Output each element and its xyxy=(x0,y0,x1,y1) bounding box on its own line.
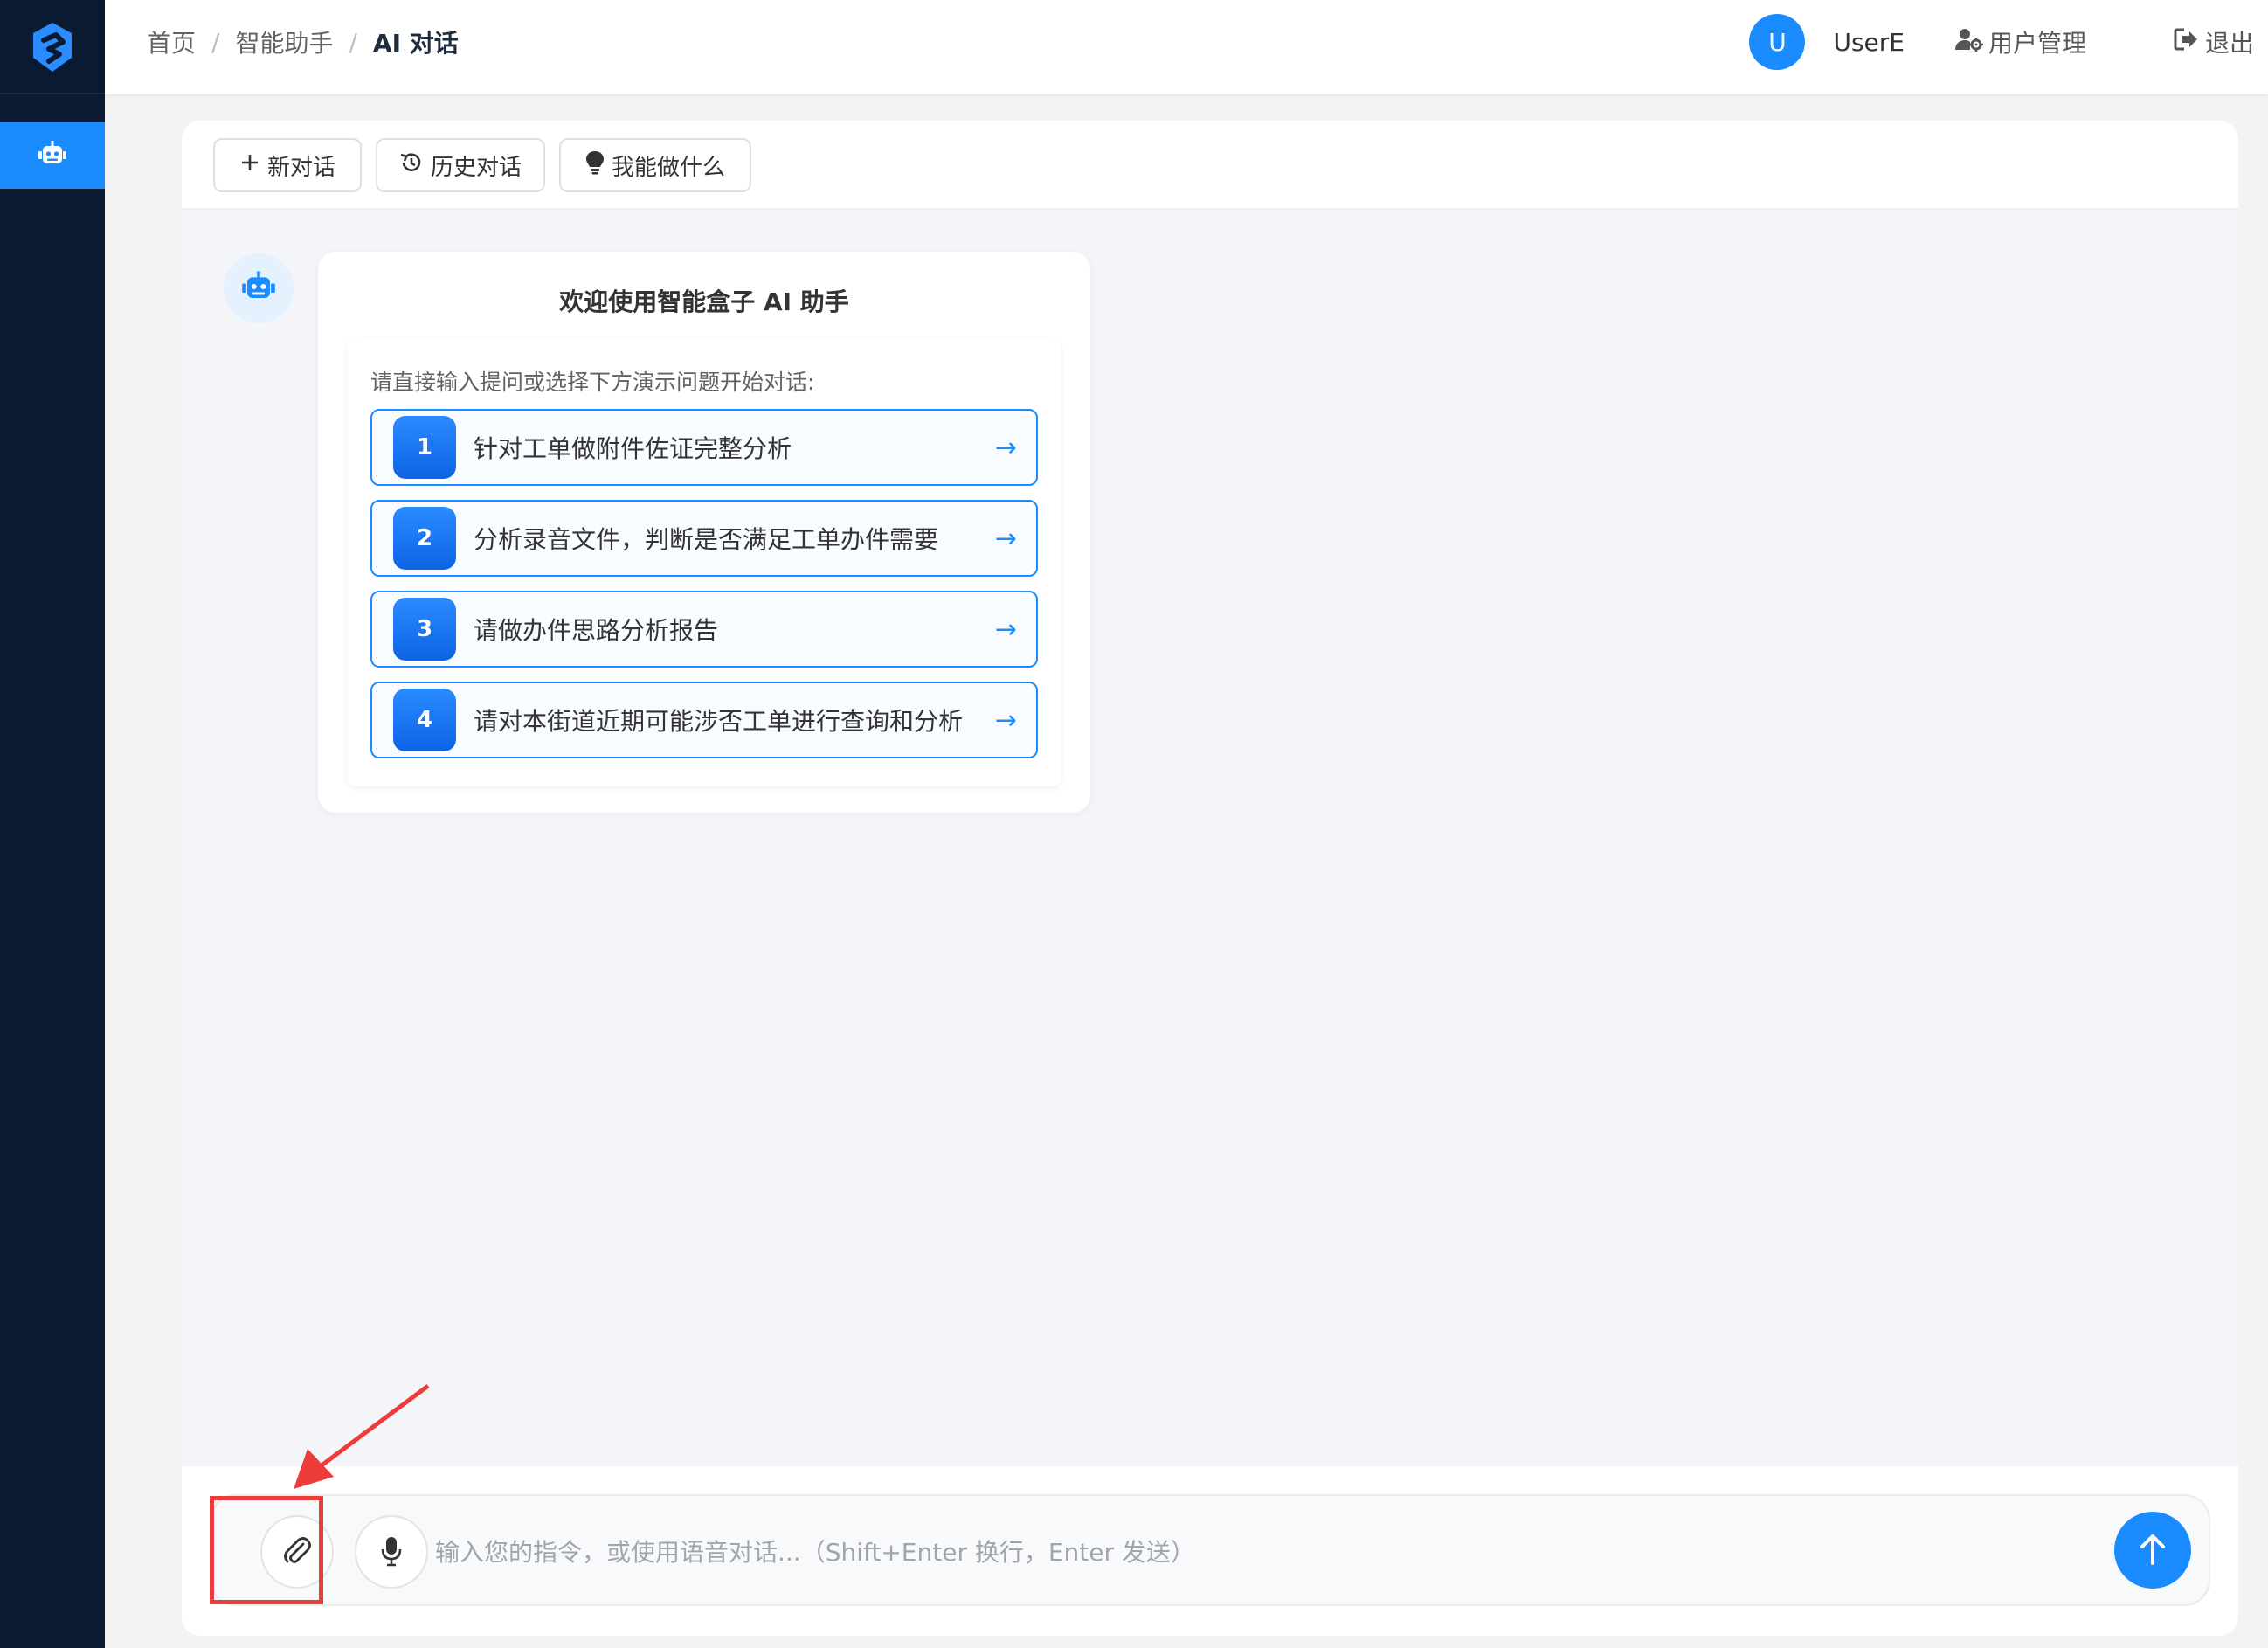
logout-icon xyxy=(2174,28,2205,57)
question-text: 分析录音文件，判断是否满足工单办件需要 xyxy=(474,525,939,554)
chat-messages-area: 欢迎使用智能盒子 AI 助手 请直接输入提问或选择下方演示问题开始对话: 1 针… xyxy=(182,210,2238,1466)
welcome-prompt: 请直接输入提问或选择下方演示问题开始对话: xyxy=(370,370,815,395)
sidebar xyxy=(0,0,105,1648)
breadcrumb-separator: / xyxy=(349,27,357,57)
send-button[interactable] xyxy=(2114,1512,2191,1589)
logout-label: 退出 xyxy=(2204,29,2254,58)
top-header: 首页 / 智能助手 / AI 对话 U UserE 用户管理 退出 xyxy=(105,0,2268,94)
lightbulb-icon xyxy=(585,150,612,181)
robot-icon xyxy=(241,271,276,306)
logo-shield-icon[interactable] xyxy=(17,12,87,82)
arrow-up-icon xyxy=(2137,1532,2168,1569)
demo-questions-card: 请直接输入提问或选择下方演示问题开始对话: 1 针对工单做附件佐证完整分析 → … xyxy=(348,339,1061,786)
question-text: 请对本街道近期可能涉否工单进行查询和分析 xyxy=(474,707,964,736)
user-management-link[interactable]: 用户管理 xyxy=(1954,24,2086,59)
avatar[interactable]: U xyxy=(1749,14,1806,70)
chat-message-input[interactable] xyxy=(435,1522,1920,1582)
history-chat-button[interactable]: 历史对话 xyxy=(376,138,545,192)
microphone-icon xyxy=(381,1535,402,1569)
bot-avatar xyxy=(224,253,294,323)
question-text: 请做办件思路分析报告 xyxy=(474,616,719,645)
capabilities-button[interactable]: 我能做什么 xyxy=(559,138,751,192)
welcome-message-card: 欢迎使用智能盒子 AI 助手 请直接输入提问或选择下方演示问题开始对话: 1 针… xyxy=(318,252,1090,813)
plus-icon xyxy=(239,152,267,179)
demo-question-3[interactable]: 3 请做办件思路分析报告 → xyxy=(370,591,1038,668)
demo-question-1[interactable]: 1 针对工单做附件佐证完整分析 → xyxy=(370,409,1038,486)
chat-toolbar: 新对话 历史对话 我能做什么 xyxy=(182,121,2238,210)
question-number: 4 xyxy=(393,689,456,751)
history-icon xyxy=(399,150,431,181)
sidebar-divider xyxy=(0,93,105,94)
user-gear-icon xyxy=(1954,27,1988,58)
robot-icon xyxy=(38,141,67,170)
header-actions: U UserE 用户管理 退出 xyxy=(1749,14,2254,70)
arrow-right-icon: → xyxy=(994,704,1017,736)
demo-question-2[interactable]: 2 分析录音文件，判断是否满足工单办件需要 → xyxy=(370,500,1038,577)
question-number: 3 xyxy=(393,598,456,661)
chat-input-area xyxy=(182,1466,2238,1636)
history-chat-label: 历史对话 xyxy=(430,154,522,181)
arrow-right-icon: → xyxy=(994,432,1017,463)
capabilities-label: 我能做什么 xyxy=(611,154,725,181)
chat-panel: 新对话 历史对话 我能做什么 欢迎使用智能盒子 AI 助手 请直接输入提问或选择… xyxy=(182,121,2238,1636)
question-number: 2 xyxy=(393,507,456,570)
breadcrumb: 首页 / 智能助手 / AI 对话 xyxy=(147,24,459,59)
annotation-highlight-box xyxy=(210,1496,323,1604)
breadcrumb-assistant[interactable]: 智能助手 xyxy=(235,24,333,59)
breadcrumb-separator: / xyxy=(211,27,220,57)
logout-link[interactable]: 退出 xyxy=(2174,24,2254,59)
question-number: 1 xyxy=(393,416,456,479)
question-text: 针对工单做附件佐证完整分析 xyxy=(474,434,792,463)
arrow-right-icon: → xyxy=(994,613,1017,645)
voice-input-button[interactable] xyxy=(355,1515,428,1589)
breadcrumb-home[interactable]: 首页 xyxy=(147,24,196,59)
annotation-arrow-icon xyxy=(294,1383,430,1489)
breadcrumb-current: AI 对话 xyxy=(372,29,459,58)
new-chat-label: 新对话 xyxy=(266,154,335,181)
demo-question-4[interactable]: 4 请对本街道近期可能涉否工单进行查询和分析 → xyxy=(370,682,1038,758)
arrow-right-icon: → xyxy=(994,523,1017,554)
user-management-label: 用户管理 xyxy=(1988,29,2086,58)
chat-input-box xyxy=(210,1494,2210,1606)
username[interactable]: UserE xyxy=(1833,28,1905,57)
sidebar-item-ai-assistant[interactable] xyxy=(0,122,105,189)
new-chat-button[interactable]: 新对话 xyxy=(213,138,362,192)
welcome-title: 欢迎使用智能盒子 AI 助手 xyxy=(559,287,849,316)
